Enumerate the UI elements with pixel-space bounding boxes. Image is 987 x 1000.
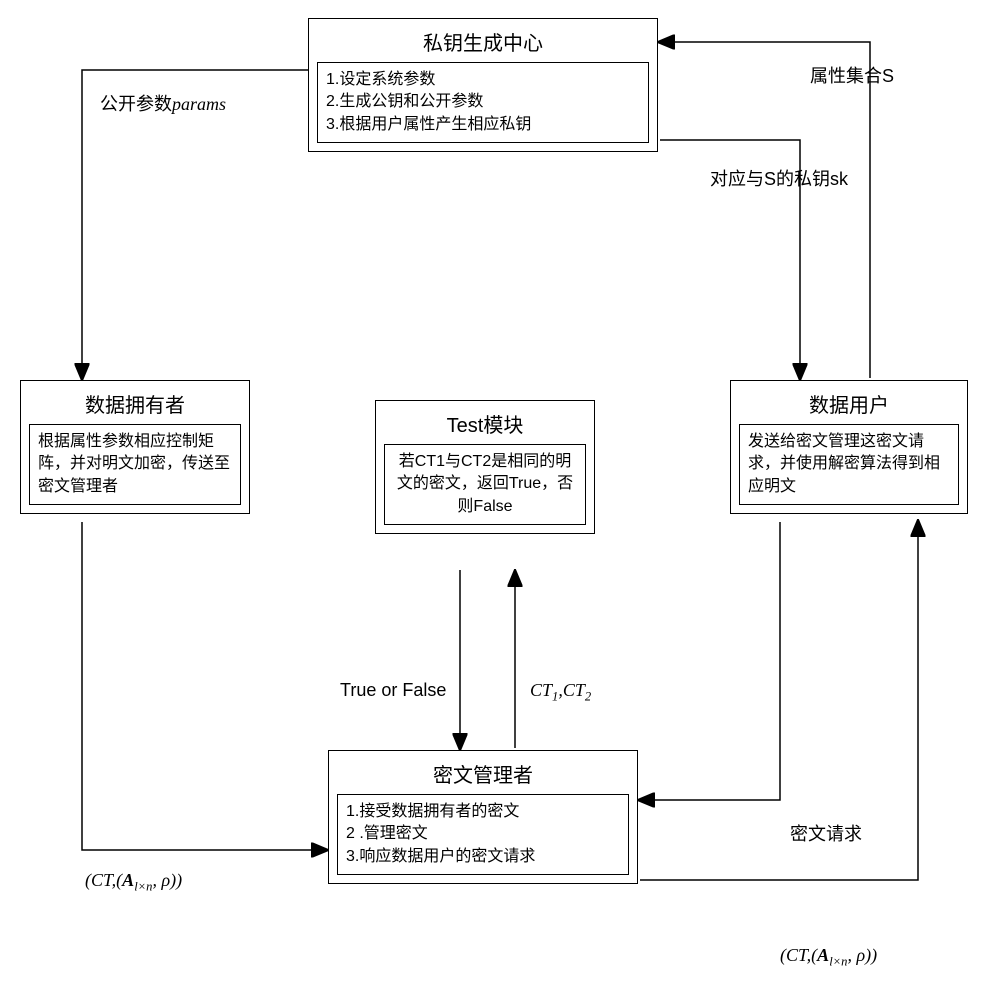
label-sk-line: 对应与S的私钥sk [710, 165, 848, 191]
data-owner-box: 数据拥有者 根据属性参数相应控制矩阵，并对明文加密，传送至密文管理者 [20, 380, 250, 514]
data-user-title: 数据用户 [739, 389, 959, 418]
pkg-center-item1: 1.设定系统参数 [326, 69, 640, 91]
label-ct-request: 密文请求 [790, 820, 862, 846]
ct-manager-item3: 3.响应数据用户的密文请求 [346, 846, 620, 868]
ct-manager-item2: 2 .管理密文 [346, 823, 620, 845]
data-owner-title: 数据拥有者 [29, 389, 241, 418]
label-true-false: True or False [340, 680, 446, 701]
data-owner-body: 根据属性参数相应控制矩阵，并对明文加密，传送至密文管理者 [29, 424, 241, 505]
ct-manager-body: 1.接受数据拥有者的密文 2 .管理密文 3.响应数据用户的密文请求 [337, 794, 629, 875]
ct-manager-box: 密文管理者 1.接受数据拥有者的密文 2 .管理密文 3.响应数据用户的密文请求 [328, 750, 638, 884]
pkg-center-body: 1.设定系统参数 2.生成公钥和公开参数 3.根据用户属性产生相应私钥 [317, 62, 649, 143]
test-module-body: 若CT1与CT2是相同的明文的密文，返回True，否则False [384, 444, 586, 525]
label-ct12: CT1,CT2 [530, 680, 591, 705]
ct-manager-title: 密文管理者 [337, 759, 629, 788]
test-module-box: Test模块 若CT1与CT2是相同的明文的密文，返回True，否则False [375, 400, 595, 534]
label-ct-right: (CT,(Al×n, ρ)) [780, 945, 877, 970]
data-user-box: 数据用户 发送给密文管理这密文请求，并使用解密算法得到相应明文 [730, 380, 968, 514]
ct-manager-item1: 1.接受数据拥有者的密文 [346, 801, 620, 823]
label-ct-left: (CT,(Al×n, ρ)) [85, 870, 182, 895]
pkg-center-box: 私钥生成中心 1.设定系统参数 2.生成公钥和公开参数 3.根据用户属性产生相应… [308, 18, 658, 152]
label-attr-set: 属性集合S [810, 62, 894, 88]
pkg-center-title: 私钥生成中心 [317, 27, 649, 56]
label-params: 公开参数params [100, 90, 226, 116]
data-user-body: 发送给密文管理这密文请求，并使用解密算法得到相应明文 [739, 424, 959, 505]
test-module-title: Test模块 [384, 409, 586, 438]
pkg-center-item2: 2.生成公钥和公开参数 [326, 91, 640, 113]
pkg-center-item3: 3.根据用户属性产生相应私钥 [326, 114, 640, 136]
